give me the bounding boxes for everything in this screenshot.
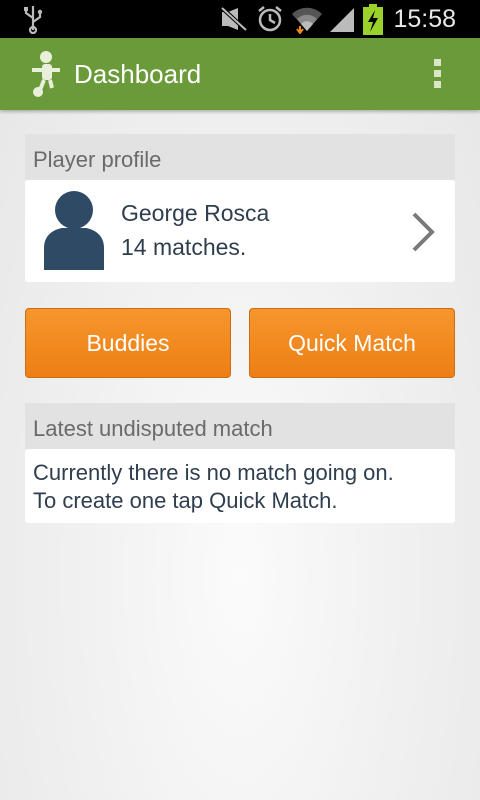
- latest-match-header-label: Latest undisputed match: [33, 416, 273, 441]
- clock: 15:58: [393, 5, 456, 33]
- latest-match-card: Currently there is no match going on. To…: [25, 449, 455, 523]
- person-avatar-icon: [44, 191, 104, 270]
- player-name: George Rosca: [121, 200, 270, 226]
- mute-icon: [220, 6, 248, 32]
- player-matches-count: 14 matches.: [121, 234, 247, 260]
- player-profile-card[interactable]: George Rosca 14 matches.: [25, 180, 455, 282]
- action-bar: Dashboard: [0, 38, 480, 110]
- wifi-icon: [292, 7, 322, 34]
- usb-icon: [24, 6, 43, 34]
- battery-charging-icon: [363, 4, 383, 35]
- app-title: Dashboard: [74, 59, 202, 89]
- signal-icon: [330, 8, 354, 32]
- quick-match-button[interactable]: Quick Match: [249, 308, 455, 378]
- buddies-button[interactable]: Buddies: [25, 308, 231, 378]
- latest-match-header: Latest undisputed match: [25, 403, 455, 449]
- no-match-message-line2: To create one tap Quick Match.: [33, 488, 338, 513]
- player-profile-header: Player profile: [25, 134, 455, 180]
- alarm-icon: [258, 6, 282, 32]
- status-bar: 15:58: [0, 0, 480, 38]
- player-profile-header-label: Player profile: [33, 147, 162, 172]
- chevron-right-icon[interactable]: [410, 210, 436, 254]
- foosball-player-icon[interactable]: [28, 50, 64, 98]
- no-match-message-line1: Currently there is no match going on.: [33, 460, 394, 485]
- overflow-menu-icon[interactable]: [424, 56, 452, 92]
